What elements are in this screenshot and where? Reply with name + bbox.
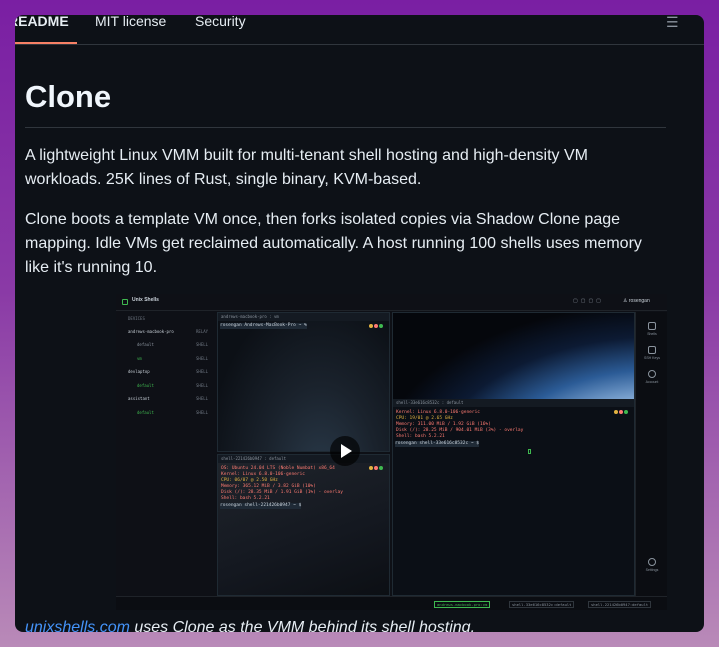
terminal-line: Memory: 311.00 MiB / 1.92 GiB (16%) [396,422,491,427]
active-tab-indicator [15,42,77,44]
sidebar-tag: SHELL [196,383,209,388]
rail-account[interactable]: Account [636,370,667,384]
sidebar-tag: SHELL [196,342,209,347]
pane-titlebar: shell-33e616c8532c : default [393,399,634,414]
repo-tabs: README MIT license Security ☰ [15,15,704,45]
unixshells-link[interactable]: unixshells.com [25,619,130,632]
sidebar-section-label: DEVICES [128,316,145,321]
page-title: Clone [25,79,112,114]
rail-label: SSH Keys [644,356,660,360]
sidebar-item[interactable]: vm [137,356,142,361]
status-item[interactable]: andrews-macbook-pro:vm [434,601,491,608]
terminal-line: Shell: bash 5.2.21 [396,434,445,439]
terminal-prompt: rosengan Andrews-MacBook-Pro ~ % [220,323,307,329]
paragraph-clone: Clone boots a template VM once, then for… [25,211,642,276]
layout-icons[interactable]: ▢▢▢▢ [573,298,604,304]
rail-label: Account [645,380,659,384]
user-menu[interactable]: ♙ rosengan [623,298,650,304]
readme-card: README MIT license Security ☰ Clone A li… [15,15,704,632]
play-icon [341,444,352,458]
pane-titlebar: shell-221426b0947 : default [218,455,389,470]
earth-image [393,313,634,399]
sidebar-item[interactable]: default [137,342,154,347]
rail-shells[interactable]: Shells [636,322,667,336]
tab-security[interactable]: Security [195,15,246,29]
sidebar-item[interactable]: default [137,410,154,415]
sidebar-item[interactable]: assistant [128,396,150,401]
tab-license[interactable]: MIT license [95,15,166,29]
video-caption: unixshells.com uses Clone as the VMM beh… [25,619,475,632]
status-item[interactable]: shell-221426b0947:default [588,601,652,608]
heading-divider [25,127,666,128]
terminal-line: Disk (/): 28.25 MiB / 904.01 MiB (3%) - … [396,428,524,433]
app-logo-icon [122,299,128,305]
play-button[interactable] [330,436,360,466]
terminal-line: Shell: bash 5.2.21 [221,496,270,501]
status-item[interactable]: shell-33e616c8532c:default [509,601,575,608]
app-title: Unix Shells [132,297,159,303]
terminal-pane-shell-33e6[interactable]: shell-33e616c8532c : default Kernel: Lin… [392,312,635,596]
rail-settings[interactable]: Settings [636,558,667,572]
pane-title: andrews-macbook-pro : vm [221,314,279,319]
sidebar-tag: RELAY [196,329,209,334]
app-status-bar: andrews-macbook-pro:vm shell-33e616c8532… [116,596,667,610]
paragraph-intro: A lightweight Linux VMM built for multi-… [25,147,588,188]
app-right-rail: Shells SSH Keys Account Settings [635,312,667,596]
app-header: Unix Shells ▢▢▢▢ ♙ rosengan [116,294,667,311]
username: rosengan [628,298,650,304]
demo-video[interactable]: Unix Shells ▢▢▢▢ ♙ rosengan DEVICES andr… [116,294,667,610]
sidebar-tag: SHELL [196,410,209,415]
gear-icon [648,558,656,566]
account-icon [648,370,656,378]
terminal-cursor [528,449,531,454]
terminal-line: CPU: 19/01 @ 2.65 GHz [396,416,453,421]
tab-readme[interactable]: README [15,15,69,29]
sidebar-item[interactable]: devlaptop [128,369,150,374]
window-controls [613,401,631,414]
sidebar-tag: SHELL [196,369,209,374]
terminal-pane-shell-2214[interactable]: shell-221426b0947 : default OS: Ubuntu 2… [217,454,390,596]
terminal-line: Kernel: Linux 6.8.0-106-generic [396,410,480,415]
terminal-line: Kernel: Linux 6.8.0-106-generic [221,472,305,477]
key-icon [648,346,656,354]
sidebar-item[interactable]: andrews-macbook-pro [128,329,174,334]
terminal-icon [648,322,656,330]
window-controls [368,457,386,470]
terminal-line: CPU: 06/07 @ 2.50 GHz [221,478,278,483]
window-controls [368,315,386,328]
terminal-prompt: rosengan shell-221426b0947 ~ $ [220,503,302,509]
sidebar-tag: SHELL [196,356,209,361]
sidebar-tag: SHELL [196,396,209,401]
terminal-line: OS: Ubuntu 24.04 LTS (Noble Numbat) x86_… [221,466,335,471]
caption-text: uses Clone as the VMM behind its shell h… [129,619,476,632]
device-sidebar: DEVICES andrews-macbook-pro RELAY defaul… [116,312,217,596]
rail-label: Shells [647,332,657,336]
pane-titlebar: andrews-macbook-pro : vm [218,313,389,328]
sidebar-item[interactable]: default [137,383,154,388]
pane-title: shell-33e616c8532c : default [396,400,464,405]
terminal-pane-vm[interactable]: andrews-macbook-pro : vm rosengan Andrew… [217,312,390,452]
rail-label: Settings [645,568,659,572]
rail-ssh-keys[interactable]: SSH Keys [636,346,667,360]
terminal-line: Memory: 365.12 MiB / 3.82 GiB (10%) [221,484,316,489]
terminal-line: Disk (/): 28.35 MiB / 1.91 GiB (1%) - ov… [221,490,343,495]
terminal-prompt: rosengan shell-33e616c8532c ~ $ [395,441,479,447]
table-of-contents-icon[interactable]: ☰ [666,15,680,29]
pane-title: shell-221426b0947 : default [221,456,287,461]
